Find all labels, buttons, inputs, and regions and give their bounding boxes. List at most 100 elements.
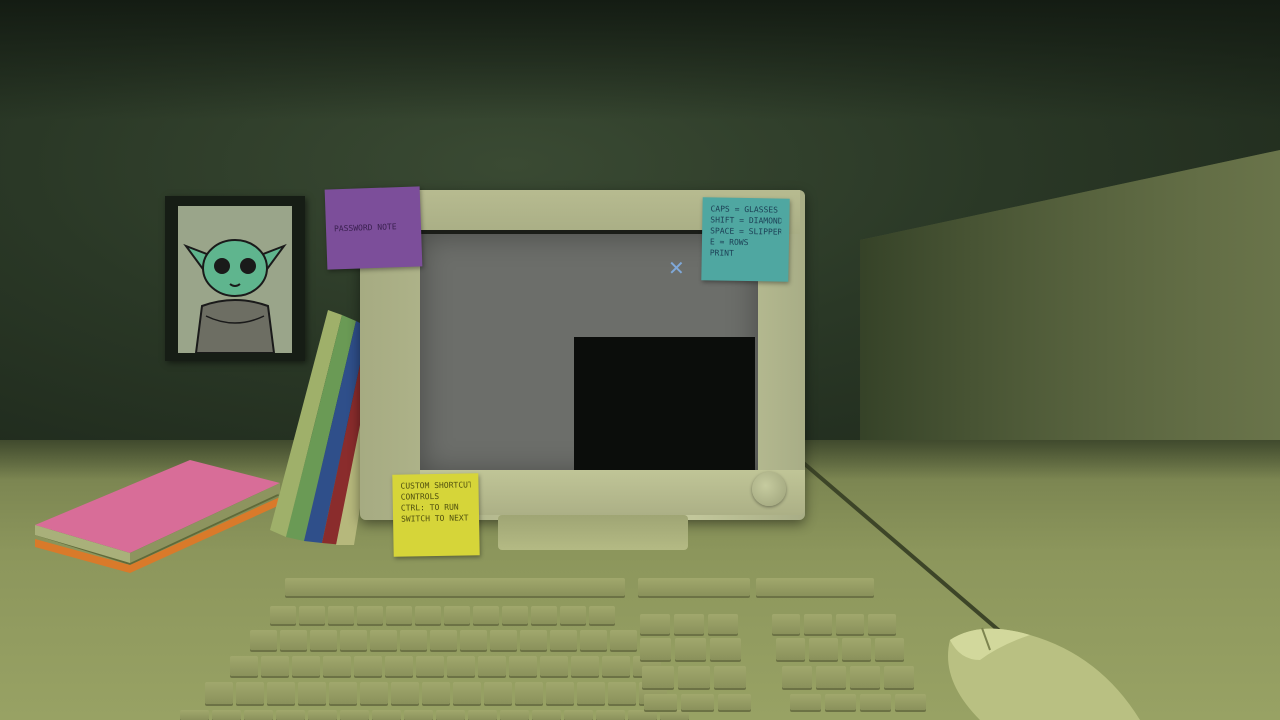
numpad-key[interactable] [836,614,864,634]
keyboard-key[interactable] [430,630,457,650]
keyboard-key[interactable] [329,682,357,704]
keyboard[interactable] [150,570,950,720]
keyboard-key[interactable] [610,630,637,650]
keyboard-key[interactable] [354,656,382,676]
nav-key[interactable] [681,694,714,710]
keyboard-key[interactable] [250,630,277,650]
function-key-group[interactable] [638,578,750,596]
keyboard-key[interactable] [205,682,233,704]
keyboard-key[interactable] [560,606,586,624]
keyboard-key[interactable] [444,606,470,624]
keyboard-key[interactable] [436,710,465,720]
keyboard-key[interactable] [236,682,264,704]
keyboard-key[interactable] [490,630,517,650]
keyboard-key[interactable] [323,656,351,676]
nav-key[interactable] [718,694,751,710]
keyboard-key[interactable] [460,630,487,650]
numpad-key[interactable] [772,614,800,634]
keyboard-key[interactable] [628,710,657,720]
keyboard-key[interactable] [589,606,615,624]
numpad-key[interactable] [868,614,896,634]
keyboard-key[interactable] [357,606,383,624]
numpad-key[interactable] [804,614,832,634]
numpad-key[interactable] [816,666,846,688]
keyboard-key[interactable] [276,710,305,720]
keyboard-key[interactable] [453,682,481,704]
keyboard-key[interactable] [500,710,529,720]
keyboard-key[interactable] [308,710,337,720]
keyboard-key[interactable] [515,682,543,704]
nav-key[interactable] [642,666,674,688]
keyboard-key[interactable] [385,656,413,676]
computer-mouse[interactable] [940,620,1150,720]
nav-key[interactable] [640,638,671,660]
function-key-group[interactable] [756,578,874,596]
keyboard-key[interactable] [447,656,475,676]
keyboard-key[interactable] [386,606,412,624]
keyboard-key[interactable] [280,630,307,650]
keyboard-key[interactable] [520,630,547,650]
numpad-key[interactable] [782,666,812,688]
keyboard-key[interactable] [370,630,397,650]
nav-key[interactable] [708,614,738,634]
keyboard-key[interactable] [531,606,557,624]
numpad-key[interactable] [809,638,838,660]
keyboard-key[interactable] [298,682,326,704]
keyboard-key[interactable] [310,630,337,650]
keyboard-key[interactable] [340,710,369,720]
keyboard-key[interactable] [180,710,209,720]
game-scene[interactable]: ✕ PASSWORD NOTE CAPS = GLASSES SHIFT = D… [0,0,1280,720]
keyboard-key[interactable] [328,606,354,624]
keyboard-key[interactable] [244,710,273,720]
nav-key[interactable] [640,614,670,634]
screen-black-window[interactable] [574,337,755,470]
keyboard-key[interactable] [484,682,512,704]
keyboard-key[interactable] [416,656,444,676]
nav-key[interactable] [678,666,710,688]
power-button[interactable] [752,472,786,506]
keyboard-key[interactable] [360,682,388,704]
keyboard-key[interactable] [608,682,636,704]
keyboard-key[interactable] [596,710,625,720]
sticky-note-yellow[interactable]: CUSTOM SHORTCUT CONTROLS CTRL: TO RUN SW… [392,473,480,557]
keyboard-key[interactable] [580,630,607,650]
keyboard-key[interactable] [372,710,401,720]
keyboard-key[interactable] [473,606,499,624]
nav-key[interactable] [675,638,706,660]
keyboard-key[interactable] [212,710,241,720]
keyboard-key[interactable] [415,606,441,624]
keyboard-key[interactable] [261,656,289,676]
keyboard-key[interactable] [270,606,296,624]
nav-key[interactable] [674,614,704,634]
keyboard-key[interactable] [299,606,325,624]
numpad-key[interactable] [884,666,914,688]
keyboard-key[interactable] [602,656,630,676]
numpad-key[interactable] [875,638,904,660]
keyboard-key[interactable] [571,656,599,676]
numpad-key[interactable] [825,694,856,710]
numpad-key[interactable] [842,638,871,660]
book-stack[interactable] [30,455,290,575]
keyboard-key[interactable] [468,710,497,720]
keyboard-key[interactable] [550,630,577,650]
keyboard-key[interactable] [546,682,574,704]
keyboard-key[interactable] [532,710,561,720]
keyboard-key[interactable] [478,656,506,676]
keyboard-key[interactable] [267,682,295,704]
numpad-key[interactable] [790,694,821,710]
keyboard-key[interactable] [404,710,433,720]
numpad-key[interactable] [860,694,891,710]
keyboard-key[interactable] [660,710,689,720]
function-key-row[interactable] [285,578,625,596]
nav-key[interactable] [644,694,677,710]
keyboard-key[interactable] [400,630,427,650]
keyboard-key[interactable] [292,656,320,676]
keyboard-key[interactable] [502,606,528,624]
keyboard-key[interactable] [340,630,367,650]
keyboard-key[interactable] [422,682,450,704]
numpad-key[interactable] [895,694,926,710]
nav-key[interactable] [710,638,741,660]
keyboard-key[interactable] [540,656,568,676]
keyboard-key[interactable] [391,682,419,704]
keyboard-key[interactable] [577,682,605,704]
